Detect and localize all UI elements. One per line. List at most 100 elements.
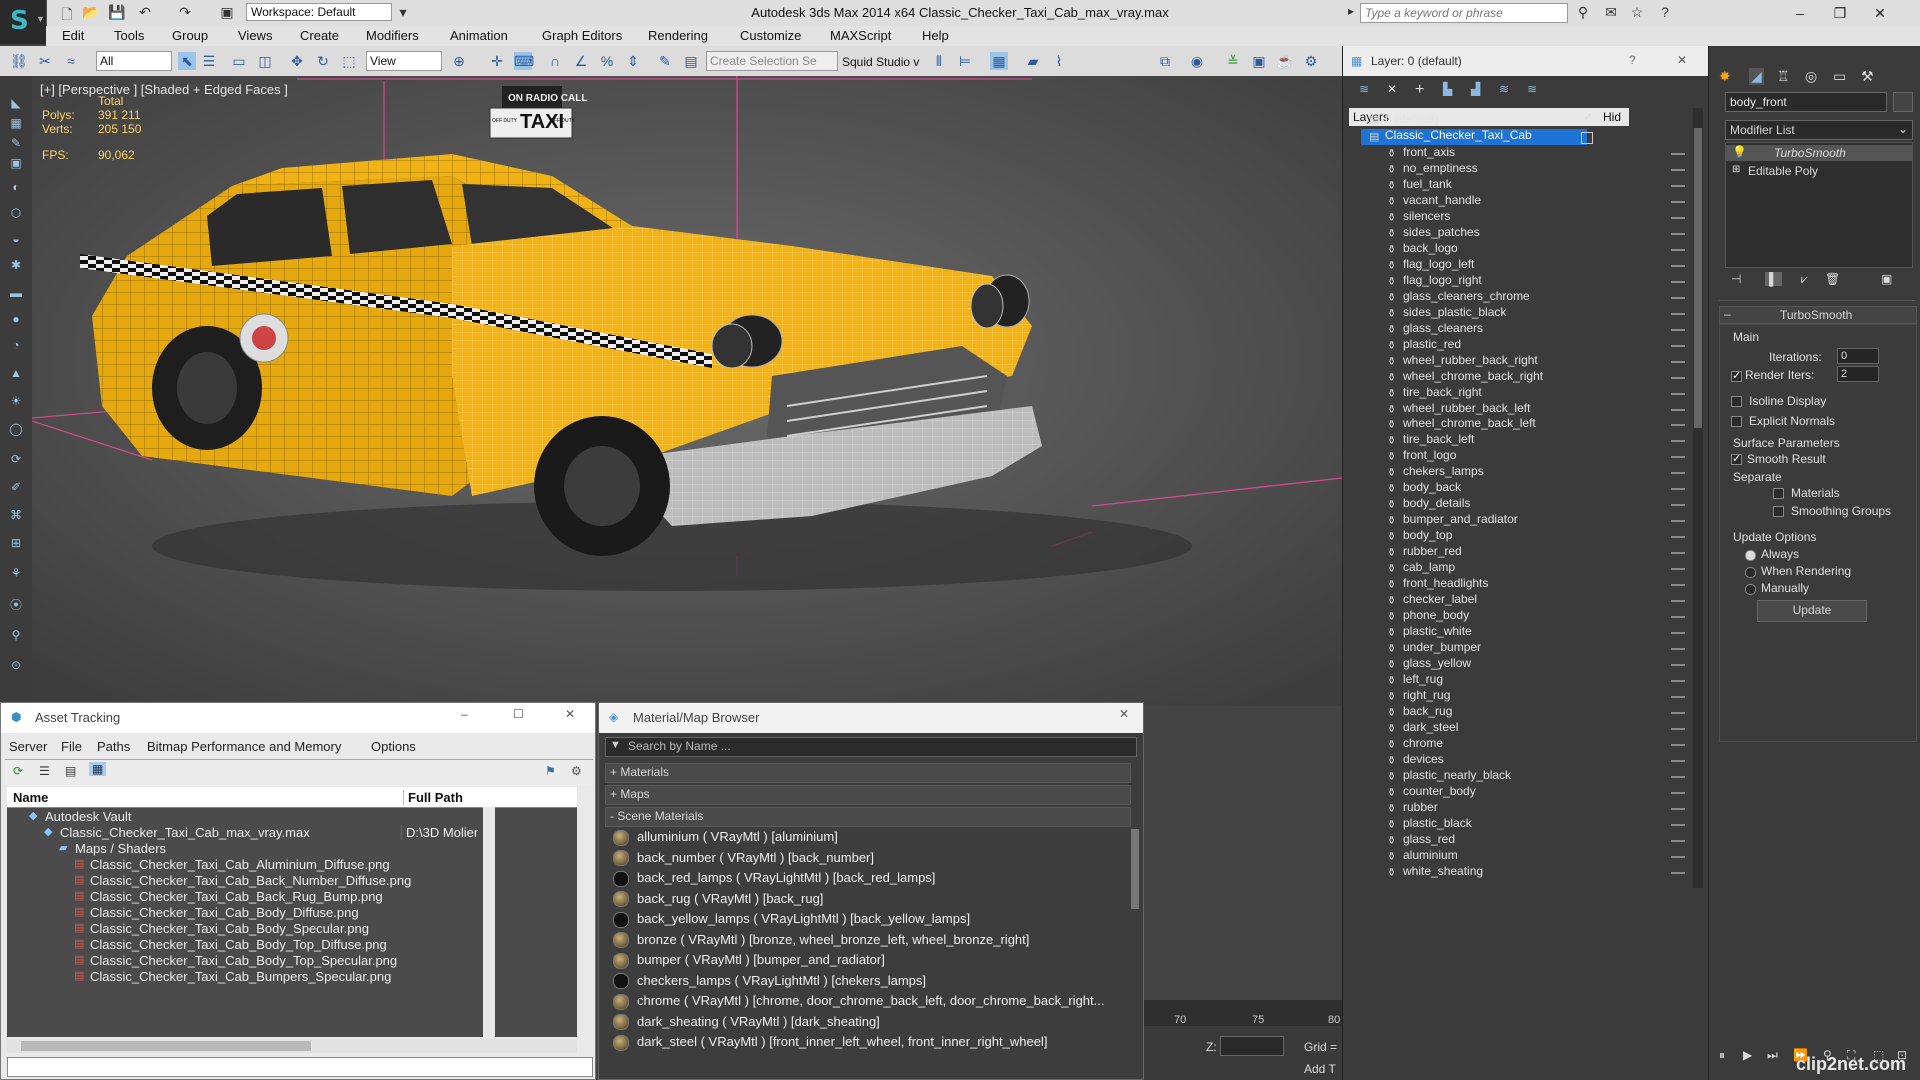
close-button[interactable]: ✕ [1860, 2, 1900, 24]
object-hide-toggle[interactable] [1671, 807, 1685, 810]
show-end-result-icon[interactable]: ▌ [1765, 272, 1782, 286]
schematic-view-icon[interactable]: ⧉ [1156, 52, 1174, 70]
object-hide-toggle[interactable] [1671, 855, 1685, 858]
asset-scrollbar[interactable] [483, 807, 495, 1037]
percent-snap-icon[interactable]: % [598, 52, 616, 70]
object-hide-toggle[interactable] [1671, 664, 1685, 667]
asset-path-field[interactable] [7, 1057, 593, 1077]
strip-tool-16-icon[interactable]: ✐ [7, 480, 25, 494]
layer-object-row[interactable]: white_sheating [1403, 864, 1483, 883]
iterations-spinner[interactable]: 0 [1837, 348, 1879, 364]
prev-frame-icon[interactable]: ⏸ [1719, 1048, 1725, 1063]
asset-row[interactable]: ▤ Classic_Checker_Taxi_Cab_Body_Top_Diffu… [7, 937, 477, 953]
menu-graph-editors[interactable]: Graph Editors [542, 28, 622, 43]
hierarchy-tab-icon[interactable]: ♖ [1777, 68, 1790, 85]
object-hide-toggle[interactable] [1671, 504, 1685, 507]
spinner-snap-icon[interactable]: ⇕ [624, 52, 642, 70]
explicit-normals-checkbox[interactable] [1731, 416, 1742, 427]
configure-sets-icon[interactable]: ▣ [1881, 272, 1892, 286]
menu-views[interactable]: Views [238, 28, 272, 43]
stack-bulb-icon[interactable]: 💡 [1732, 145, 1747, 159]
motion-tab-icon[interactable]: ◎ [1805, 68, 1817, 85]
restore-button[interactable]: ❐ [1820, 2, 1860, 24]
object-hide-toggle[interactable] [1671, 424, 1685, 427]
object-color-swatch[interactable] [1893, 92, 1913, 112]
rotate-icon[interactable]: ↻ [314, 52, 332, 70]
modify-tab-icon[interactable]: ◢ [1749, 68, 1764, 85]
object-hide-toggle[interactable] [1671, 648, 1685, 651]
object-hide-toggle[interactable] [1671, 440, 1685, 443]
table-view-icon[interactable]: ▦ [89, 762, 107, 776]
object-hide-toggle[interactable] [1671, 248, 1685, 251]
workspace-dropdown[interactable]: Workspace: Default [246, 3, 392, 21]
col-full-path[interactable]: Full Path [403, 790, 463, 805]
asset-row[interactable]: ▤ Classic_Checker_Taxi_Cab_Back_Rug_Bump.… [7, 889, 477, 905]
strip-tool-20-icon[interactable]: ⦿ [7, 596, 25, 612]
strip-tool-12-icon[interactable]: ▲ [7, 366, 25, 380]
object-hide-toggle[interactable] [1671, 584, 1685, 587]
squid-studio-label[interactable]: Squid Studio v [842, 55, 919, 69]
play-icon[interactable]: ▶ [1743, 1048, 1752, 1062]
menu-tools[interactable]: Tools [114, 28, 144, 43]
scale-icon[interactable]: ⬚ [340, 52, 358, 70]
material-row[interactable]: chrome ( VRayMtl ) [chrome, door_chrome_… [613, 993, 1104, 1013]
named-sets-icon[interactable]: ▤ [682, 52, 700, 70]
thumbnail-view-icon[interactable]: ▤ [65, 764, 76, 778]
object-hide-toggle[interactable] [1671, 743, 1685, 746]
open-file-icon[interactable]: 📂 [82, 4, 100, 20]
object-hide-toggle[interactable] [1671, 871, 1685, 874]
strip-tool-4-icon[interactable]: ▣ [7, 156, 25, 170]
object-hide-toggle[interactable] [1671, 456, 1685, 459]
object-hide-toggle[interactable] [1671, 280, 1685, 283]
strip-tool-2-icon[interactable]: ▦ [7, 116, 25, 130]
stack-expand-icon[interactable]: ⊞ [1732, 164, 1740, 175]
asset-row[interactable]: ▤ Classic_Checker_Taxi_Cab_Body_Diffuse.p… [7, 905, 477, 921]
menu-create[interactable]: Create [300, 28, 339, 43]
mirror-icon[interactable]: ⫴ [930, 52, 948, 70]
matb-scrollbar[interactable] [1131, 829, 1139, 909]
strip-tool-6-icon[interactable]: ⬡ [7, 206, 25, 220]
keyword-search-input[interactable]: Type a keyword or phrase [1360, 3, 1568, 23]
object-hide-toggle[interactable] [1671, 839, 1685, 842]
keyboard-shortcut-icon[interactable]: ⌨ [514, 52, 534, 70]
material-row[interactable]: back_red_lamps ( VRayLightMtl ) [back_re… [613, 870, 935, 890]
separate-materials-checkbox[interactable] [1773, 488, 1784, 499]
material-row[interactable]: alluminium ( VRayMtl ) [aluminium] [613, 829, 838, 849]
menu-animation[interactable]: Animation [450, 28, 508, 43]
object-hide-toggle[interactable] [1671, 695, 1685, 698]
snap-toggle-icon[interactable]: ∩ [546, 52, 564, 70]
utilities-tab-icon[interactable]: ⚒ [1861, 68, 1874, 85]
edit-named-sets-icon[interactable]: ✎ [656, 52, 674, 70]
object-hide-toggle[interactable] [1671, 680, 1685, 682]
strip-tool-21-icon[interactable]: ⚲ [7, 628, 25, 642]
strip-tool-1-icon[interactable]: ◣ [7, 96, 25, 110]
create-tab-icon[interactable]: ✸ [1719, 68, 1731, 85]
render-iterative-icon[interactable]: ⚙ [1302, 52, 1320, 70]
perspective-viewport[interactable]: TAXI ON RADIO CALL OFF DUTY OFF DUTY [+]… [32, 76, 1342, 706]
layer-scrollbar[interactable] [1693, 108, 1703, 888]
separate-smoothing-checkbox[interactable] [1773, 506, 1784, 517]
select-manipulate-icon[interactable]: ✛ [488, 52, 506, 70]
pin-stack-icon[interactable]: ⊣ [1731, 272, 1741, 286]
time-ruler[interactable] [1140, 1000, 1342, 1026]
align-icon[interactable]: ⊨ [956, 52, 974, 70]
object-hide-toggle[interactable] [1671, 616, 1685, 619]
asset-row[interactable]: ▤ Classic_Checker_Taxi_Cab_Body_Top_Specu… [7, 953, 477, 969]
strip-tool-9-icon[interactable]: ▬ [7, 286, 25, 300]
object-hide-toggle[interactable] [1671, 153, 1685, 155]
asset-row[interactable]: ◆ Classic_Checker_Taxi_Cab_max_vray.max D:… [7, 825, 482, 841]
list-view-icon[interactable]: ☰ [39, 764, 50, 778]
object-hide-toggle[interactable] [1671, 232, 1685, 235]
move-icon[interactable]: ✥ [288, 52, 306, 70]
modifier-list-dropdown[interactable]: Modifier List ⌄ [1725, 120, 1913, 140]
refresh-icon[interactable]: ⟳ [13, 764, 23, 778]
matb-section-materials[interactable]: + Materials [605, 763, 1131, 783]
strip-tool-7-icon[interactable]: ◒ [7, 232, 25, 246]
selected-layer-hide-box[interactable] [1581, 132, 1593, 144]
object-hide-toggle[interactable] [1671, 200, 1685, 203]
object-hide-toggle[interactable] [1671, 344, 1685, 347]
matb-close-button[interactable]: ✕ [1119, 707, 1129, 721]
menu-edit[interactable]: Edit [62, 28, 84, 43]
layer-col-hide-box[interactable]: Hid [1599, 108, 1629, 126]
object-name-field[interactable]: body_front [1725, 92, 1887, 112]
